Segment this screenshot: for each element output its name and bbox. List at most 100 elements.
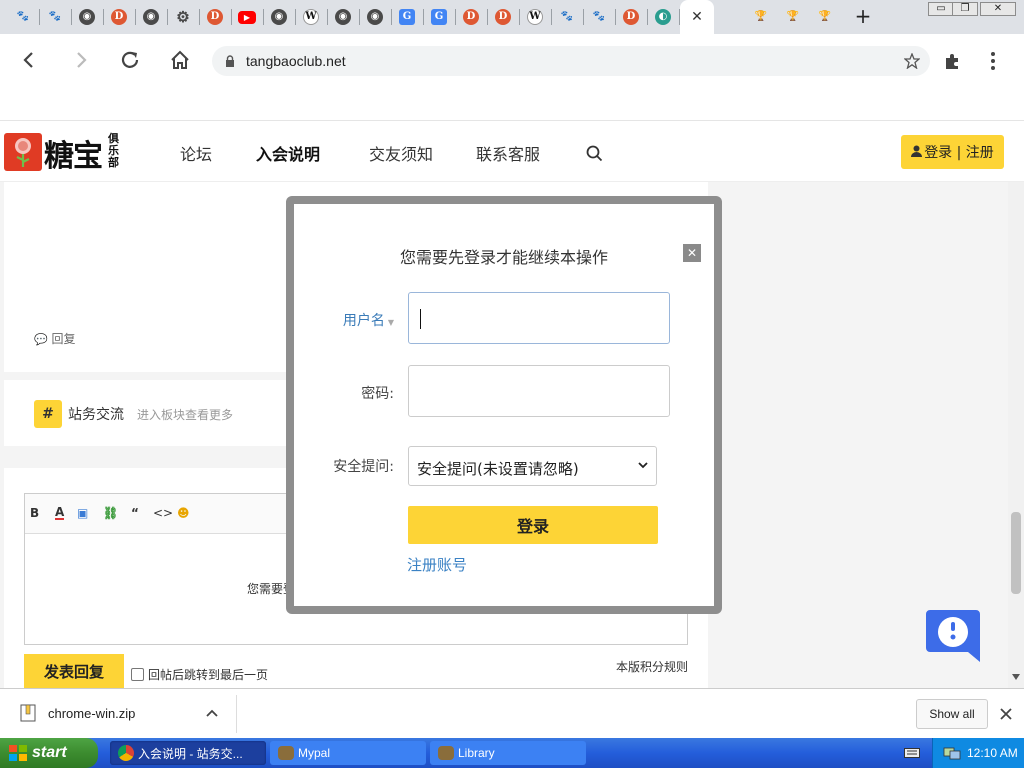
modal-close-icon[interactable]: ✕ [683, 244, 701, 262]
browser-tab[interactable]: G [424, 2, 454, 32]
nav-membership[interactable]: 入会说明 [256, 141, 320, 165]
register-account-link[interactable]: 注册账号 [407, 554, 467, 575]
taskbar-item-library[interactable]: Library [430, 741, 586, 765]
browser-tab[interactable]: ▶ [232, 2, 262, 32]
duckduckgo-icon: D [207, 9, 223, 25]
page-scrollbar[interactable] [1008, 182, 1024, 688]
extensions-puzzle-icon[interactable] [943, 52, 961, 70]
taskbar-item-chrome[interactable]: 入会说明 - 站务交... [110, 741, 266, 765]
comment-icon: 💬 [34, 333, 48, 346]
site-logo[interactable]: 糖宝 俱乐部 [4, 131, 126, 174]
font-color-icon[interactable]: A [55, 506, 65, 520]
browser-tab[interactable]: W [520, 2, 550, 32]
home-button[interactable] [166, 46, 194, 74]
forum-hint[interactable]: 进入板块查看更多 [137, 406, 233, 423]
browser-tab[interactable]: ◉ [328, 2, 358, 32]
translate-icon: G [399, 9, 415, 25]
browser-tab[interactable]: D [104, 2, 134, 32]
security-question-select[interactable]: 安全提问(未设置请忽略) [408, 446, 657, 486]
close-download-shelf-icon[interactable] [1000, 708, 1012, 720]
browser-tab[interactable]: G [392, 2, 422, 32]
modal-login-button[interactable]: 登录 [408, 506, 658, 544]
chevron-down-icon [638, 457, 648, 473]
browser-tab[interactable]: ⚙ [168, 2, 198, 32]
trophy-icon: 🏆 [818, 11, 832, 22]
browser-tab[interactable]: D [456, 2, 486, 32]
browser-tab[interactable]: D [200, 2, 230, 32]
browser-tab[interactable]: 🐾 [584, 2, 614, 32]
scroll-thumb[interactable] [1011, 512, 1021, 594]
forward-button[interactable] [66, 46, 94, 74]
minimize-button[interactable]: ▭ [928, 2, 954, 16]
globe-icon: ◉ [79, 9, 95, 25]
active-tab[interactable]: ✕ [680, 0, 714, 34]
globe-icon: ◉ [271, 9, 287, 25]
browser-tab[interactable]: ◉ [264, 2, 294, 32]
login-register-button[interactable]: 登录 | 注册 [901, 135, 1004, 169]
browser-tab[interactable]: 🐾 [552, 2, 582, 32]
browser-tab[interactable]: D [488, 2, 518, 32]
start-label: start [32, 744, 67, 761]
wikipedia-icon: W [303, 9, 319, 25]
forum-name[interactable]: 站务交流 [68, 404, 124, 424]
username-label[interactable]: 用户名 ▼ [294, 310, 394, 330]
windows-taskbar: start 入会说明 - 站务交... Mypal Library 12:10 … [0, 738, 1024, 768]
browser-tab[interactable]: ◐ [648, 2, 678, 32]
browser-tab[interactable]: ◉ [360, 2, 390, 32]
browser-tab[interactable]: W [296, 2, 326, 32]
reload-button[interactable] [116, 46, 144, 74]
browser-tab[interactable]: D [616, 2, 646, 32]
chevron-up-icon[interactable] [206, 709, 218, 717]
browser-tab[interactable]: ◉ [72, 2, 102, 32]
download-file-name[interactable]: chrome-win.zip [48, 706, 135, 721]
forum-rules-link[interactable]: 本版积分规则 [616, 658, 688, 675]
browser-tab[interactable]: 🐾 [8, 2, 38, 32]
chat-support-icon[interactable] [922, 604, 984, 666]
browser-tab[interactable]: 🏆 [778, 2, 808, 32]
duckduckgo-icon: D [495, 9, 511, 25]
globe-icon: ◉ [367, 9, 383, 25]
jump-to-last-page-option[interactable]: 回帖后跳转到最后一页 [131, 666, 268, 683]
restore-button[interactable]: ❐ [952, 2, 978, 16]
duckduckgo-icon: D [463, 9, 479, 25]
browser-tab[interactable]: 🏆 [746, 2, 776, 32]
gear-icon: ⚙ [176, 8, 190, 26]
quote-icon[interactable]: “ [131, 506, 139, 520]
browser-tab[interactable]: 🏆 [810, 2, 840, 32]
login-modal: 您需要先登录才能继续本操作 ✕ 用户名 ▼ 密码: 安全提问: 安全提问(未设置请… [294, 204, 714, 606]
new-tab-button[interactable]: + [852, 6, 874, 28]
back-button[interactable] [16, 46, 44, 74]
bookmark-star-icon[interactable] [904, 53, 920, 69]
library-icon [438, 746, 454, 760]
user-icon [911, 145, 923, 160]
username-input[interactable] [408, 292, 670, 344]
menu-kebab-icon[interactable] [990, 51, 996, 71]
address-bar[interactable]: tangbaoclub.net [212, 46, 930, 76]
clock[interactable]: 12:10 AM [967, 746, 1018, 760]
keyboard-icon[interactable] [904, 748, 920, 758]
emoji-icon[interactable]: ☻ [177, 506, 190, 520]
start-button[interactable]: start [0, 738, 98, 768]
taskbar-item-mypal[interactable]: Mypal [270, 741, 426, 765]
browser-tab[interactable]: 🐾 [40, 2, 70, 32]
bold-icon[interactable]: B [30, 506, 39, 520]
browser-tab[interactable]: ◉ [136, 2, 166, 32]
show-all-downloads-button[interactable]: Show all [916, 699, 988, 729]
code-icon[interactable]: <> [153, 506, 173, 520]
nav-customer-service[interactable]: 联系客服 [476, 141, 540, 165]
dropdown-caret-icon: ▼ [387, 318, 394, 327]
network-icon[interactable] [943, 745, 961, 761]
close-tab-icon[interactable]: ✕ [691, 9, 703, 25]
window-close-button[interactable]: ✕ [980, 2, 1016, 16]
nav-forum[interactable]: 论坛 [180, 141, 212, 165]
link-icon[interactable]: ⛓ [103, 506, 118, 520]
scroll-down-arrow-icon[interactable] [1012, 674, 1020, 680]
url-text[interactable]: tangbaoclub.net [246, 53, 346, 69]
image-icon[interactable]: ▣ [77, 506, 88, 520]
jump-checkbox[interactable] [131, 668, 144, 681]
nav-dating-rules[interactable]: 交友须知 [369, 141, 433, 165]
search-icon[interactable] [586, 145, 603, 162]
post-reply-button[interactable]: 发表回复 [24, 654, 124, 688]
password-input[interactable] [408, 365, 670, 417]
reply-link[interactable]: 💬 回复 [34, 330, 76, 347]
